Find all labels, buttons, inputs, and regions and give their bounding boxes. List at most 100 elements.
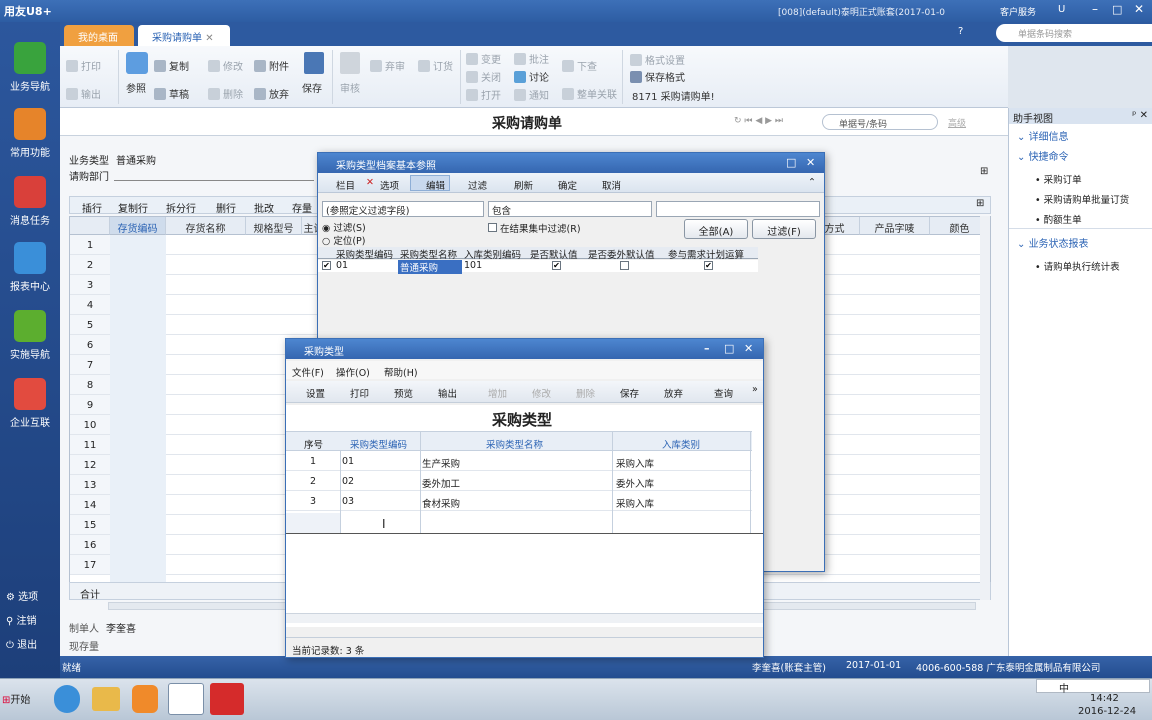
ref-col-default[interactable]: 是否默认值	[530, 247, 578, 261]
row-number[interactable]: 13	[70, 475, 110, 495]
ie-icon[interactable]	[54, 685, 80, 713]
options-link[interactable]: ⚙ 选项	[6, 588, 38, 603]
in-result-checkbox[interactable]: 在结果集中过滤(R)	[488, 221, 581, 235]
more-tools-icon[interactable]: »	[752, 384, 758, 395]
row-number[interactable]: 10	[70, 415, 110, 435]
logout-link[interactable]: ⚲ 注销	[6, 612, 37, 627]
row-number[interactable]: 7	[70, 355, 110, 375]
row-number[interactable]: 4	[70, 295, 110, 315]
abandon-button[interactable]: 放弃	[254, 86, 289, 101]
delete-button[interactable]: 删除	[576, 386, 595, 400]
abandon-button[interactable]: 放弃	[664, 386, 683, 400]
ref-button[interactable]: 参照	[126, 80, 146, 95]
change-button[interactable]: 变更	[466, 51, 501, 66]
nav-enterprise[interactable]: 企业互联	[0, 372, 60, 438]
ime-bar[interactable]: 中	[1036, 679, 1150, 695]
type-close-button[interactable]: ✕	[744, 342, 753, 355]
collapse-icon[interactable]: ⌃	[808, 177, 816, 188]
ref-row[interactable]: ✔ 01 普通采购 101 ✔ ✔	[318, 260, 758, 274]
attach-button[interactable]: 附件	[254, 58, 289, 73]
close-button[interactable]: ✕	[1134, 2, 1144, 16]
modify-button[interactable]: 修改	[208, 58, 243, 73]
query-button[interactable]: 查询	[714, 386, 733, 400]
filter-radio[interactable]: ◉ 过滤(S)	[322, 220, 366, 234]
type-row[interactable]: 2 02 委外加工 委外入库	[286, 471, 752, 491]
row-number[interactable]: 15	[70, 515, 110, 535]
customer-service-link[interactable]: 客户服务	[1000, 5, 1036, 18]
biz-type-value[interactable]: 普通采购	[116, 152, 156, 167]
menu-file[interactable]: 文件(F)	[292, 365, 324, 379]
vertical-scrollbar[interactable]	[980, 216, 990, 600]
row-number[interactable]: 6	[70, 335, 110, 355]
dept-field-line[interactable]	[114, 180, 314, 181]
type-row[interactable]: 3 03 食材采购 采购入库	[286, 491, 752, 511]
u-menu[interactable]: U	[1058, 4, 1065, 15]
exit-link[interactable]: ⏻ 退出	[6, 636, 37, 651]
menu-help[interactable]: 帮助(H)	[384, 365, 418, 379]
mrp-check[interactable]: ✔	[704, 261, 713, 270]
insert-row-button[interactable]: 插行	[82, 200, 102, 215]
close-doc-button[interactable]: 关闭	[466, 69, 501, 84]
col-inventory-code[interactable]: 存货编码	[110, 217, 166, 235]
row-number[interactable]: 12	[70, 455, 110, 475]
setup-button[interactable]: 设置	[306, 386, 325, 400]
ref-maximize-button[interactable]: □	[786, 156, 796, 169]
filter-value-input[interactable]	[656, 201, 820, 217]
col-no[interactable]: 序号	[304, 437, 323, 451]
quick-cmd-section[interactable]: ⌄ 快捷命令	[1017, 148, 1069, 163]
type-row[interactable]: 1 01 生产采购 采购入库	[286, 451, 752, 471]
cmd-batch-order[interactable]: • 采购请购单批量订货	[1035, 192, 1129, 206]
browser-icon[interactable]	[132, 685, 158, 713]
col-name[interactable]: 采购类型名称	[486, 437, 543, 451]
app-c-icon[interactable]	[168, 683, 204, 715]
discuss-button[interactable]: 讨论	[514, 69, 549, 84]
format-select[interactable]: 8171 采购请购单!	[632, 88, 715, 103]
ref-close-button[interactable]: ✕	[806, 156, 815, 169]
audit-button[interactable]: 审核	[340, 80, 360, 95]
export-button[interactable]: 输出	[438, 386, 457, 400]
confirm-button[interactable]: 确定	[558, 178, 577, 192]
row-number[interactable]: 8	[70, 375, 110, 395]
nav-business[interactable]: 业务导航	[0, 36, 60, 102]
copy-button[interactable]: 复制	[154, 58, 189, 73]
folder-icon[interactable]	[92, 687, 120, 711]
type-minimize-button[interactable]: –	[704, 342, 710, 355]
u8-taskbar-icon[interactable]	[210, 683, 244, 715]
filter-button[interactable]: 过滤(F)	[752, 219, 816, 239]
notify-button[interactable]: 通知	[514, 87, 549, 102]
grid-settings-icon[interactable]: ⊞	[976, 198, 984, 209]
menu-operate[interactable]: 操作(O)	[336, 365, 370, 379]
delete-button[interactable]: 删除	[208, 86, 243, 101]
nav-common[interactable]: 常用功能	[0, 102, 60, 168]
row-number[interactable]: 2	[70, 255, 110, 275]
nav-implementation[interactable]: 实施导航	[0, 304, 60, 370]
maximize-button[interactable]: □	[1112, 3, 1122, 16]
output-button[interactable]: 输出	[66, 86, 101, 101]
outsource-check[interactable]	[620, 261, 629, 270]
default-check[interactable]: ✔	[552, 261, 561, 270]
delete-row-button[interactable]: 删行	[216, 200, 236, 215]
help-icon[interactable]: ?	[958, 26, 963, 37]
columns-button[interactable]: 栏目	[336, 178, 355, 192]
type-hscroll[interactable]	[286, 613, 763, 623]
form-settings-icon[interactable]: ⊞	[980, 166, 988, 177]
modify-button[interactable]: 修改	[532, 386, 551, 400]
cmd-purchase-order[interactable]: • 采购订单	[1035, 172, 1082, 186]
row-number[interactable]: 1	[70, 235, 110, 255]
tab-purchase-requisition[interactable]: 采购请购单 ✕	[138, 25, 230, 46]
col-spec[interactable]: 规格型号	[246, 217, 302, 235]
draft-button[interactable]: 草稿	[154, 86, 189, 101]
add-button[interactable]: 增加	[488, 386, 507, 400]
report-item[interactable]: • 请购单执行统计表	[1035, 259, 1120, 273]
close-tab-icon[interactable]: ✕	[205, 33, 213, 44]
row-number[interactable]: 16	[70, 535, 110, 555]
preview-button[interactable]: 预览	[394, 386, 413, 400]
minimize-button[interactable]: –	[1092, 2, 1098, 16]
save-button[interactable]: 保存	[620, 386, 639, 400]
row-check[interactable]: ✔	[322, 261, 331, 270]
nav-messages[interactable]: 消息任务	[0, 170, 60, 236]
split-row-button[interactable]: 拆分行	[166, 200, 196, 215]
print-button[interactable]: 打印	[350, 386, 369, 400]
advanced-link[interactable]: 高级	[948, 116, 966, 129]
type-maximize-button[interactable]: □	[724, 342, 734, 355]
